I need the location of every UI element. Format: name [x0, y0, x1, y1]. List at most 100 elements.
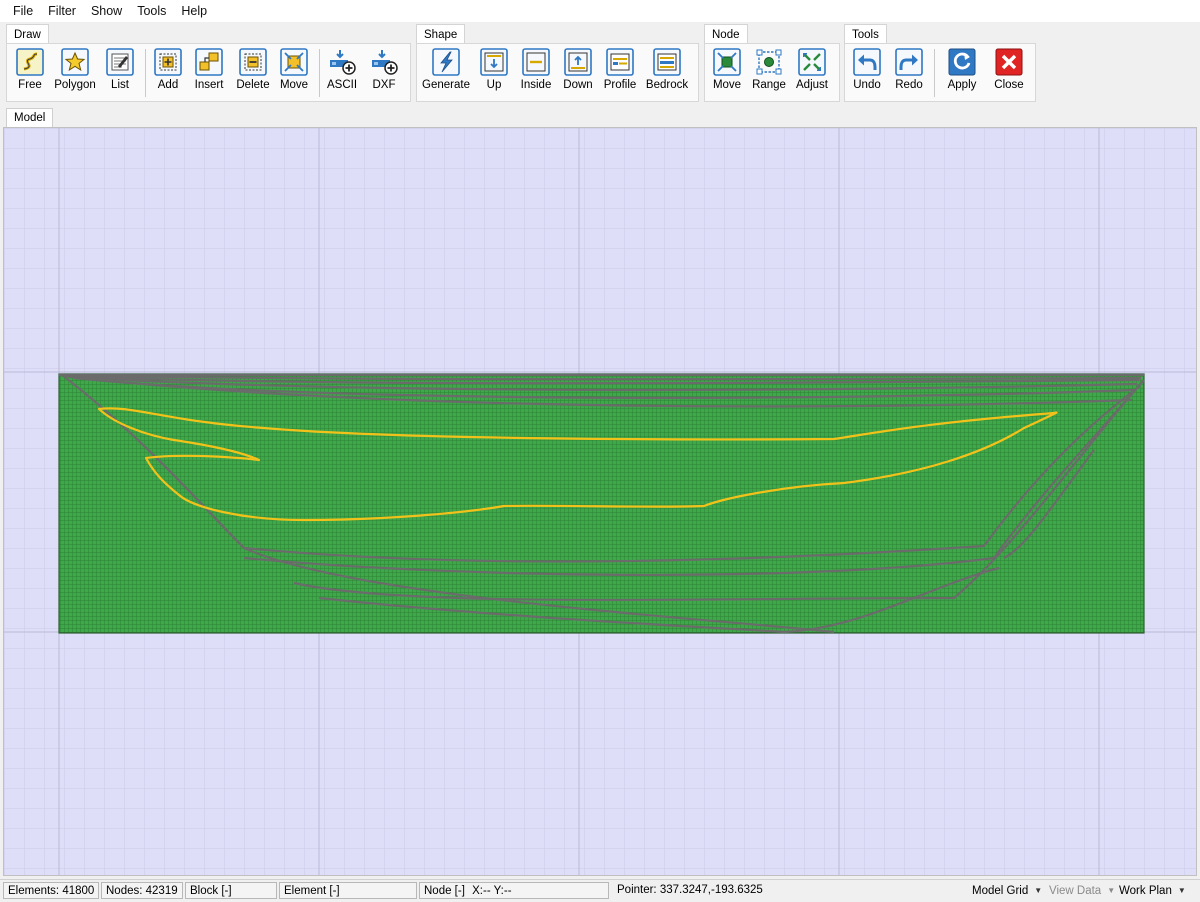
insert-button[interactable]: Insert — [195, 48, 223, 98]
redo-label: Redo — [895, 79, 923, 91]
up-label: Up — [486, 79, 502, 91]
ascii-button[interactable]: ASCII — [326, 48, 358, 98]
ribbon-toolbar: Draw Free Polygon List Add Insert Delete… — [0, 22, 1200, 106]
node-move-icon — [713, 48, 741, 76]
status-element: Element [-] — [279, 882, 417, 899]
profile-icon — [606, 48, 634, 76]
free-button[interactable]: Free — [16, 48, 44, 98]
menu-filter[interactable]: Filter — [41, 0, 83, 22]
up-button[interactable]: Up — [480, 48, 508, 98]
node-range-button[interactable]: Range — [752, 48, 786, 98]
mesh-block[interactable] — [58, 373, 1145, 634]
status-pointer: Pointer: 337.3247,-193.6325 — [617, 884, 763, 896]
model-view-svg[interactable] — [4, 128, 1197, 876]
chevron-down-icon: ▼ — [1107, 886, 1116, 895]
work-plan-dropdown[interactable]: Work Plan ▼ — [1119, 882, 1186, 899]
apply-button[interactable]: Apply — [948, 48, 976, 98]
down-button[interactable]: Down — [563, 48, 593, 98]
node-adjust-icon — [798, 48, 826, 76]
redo-button[interactable]: Redo — [895, 48, 923, 98]
profile-label: Profile — [603, 79, 637, 91]
group-shape-label: Shape — [416, 24, 466, 44]
generate-icon — [432, 48, 460, 76]
apply-refresh-icon — [948, 48, 976, 76]
status-node-cell: Node [-] X:-- Y:-- — [419, 882, 609, 899]
inside-button[interactable]: Inside — [520, 48, 552, 98]
list-button[interactable]: List — [106, 48, 134, 98]
apply-label: Apply — [947, 79, 977, 91]
move-button[interactable]: Move — [280, 48, 308, 98]
status-elements: Elements: 41800 — [3, 882, 99, 899]
menu-file[interactable]: File — [6, 0, 40, 22]
delete-button[interactable]: Delete — [236, 48, 270, 98]
node-move-button[interactable]: Move — [713, 48, 741, 98]
down-label: Down — [563, 79, 593, 91]
node-adjust-label: Adjust — [796, 79, 828, 91]
chevron-down-icon: ▼ — [1034, 886, 1043, 895]
tab-model[interactable]: Model — [6, 108, 54, 128]
view-data-dropdown[interactable]: View Data ▼ — [1049, 882, 1115, 899]
node-adjust-button[interactable]: Adjust — [796, 48, 828, 98]
add-button[interactable]: Add — [154, 48, 182, 98]
undo-icon — [853, 48, 881, 76]
model-grid-label: Model Grid — [972, 885, 1029, 897]
group-node-label: Node — [704, 24, 748, 44]
node-range-label: Range — [752, 79, 786, 91]
group-tools-label: Tools — [844, 24, 887, 44]
list-edit-icon — [106, 48, 134, 76]
tools-separator — [934, 49, 935, 97]
generate-button[interactable]: Generate — [422, 48, 470, 98]
add-node-icon — [154, 48, 182, 76]
status-bar: Elements: 41800 Nodes: 42319 Block [-] E… — [0, 879, 1200, 902]
status-nodes: Nodes: 42319 — [101, 882, 183, 899]
menu-tools[interactable]: Tools — [130, 0, 173, 22]
chevron-down-icon: ▼ — [1177, 886, 1186, 895]
draw-separator-2 — [319, 49, 320, 97]
insert-label: Insert — [194, 79, 224, 91]
star-polygon-icon — [61, 48, 89, 76]
redo-icon — [895, 48, 923, 76]
polygon-label: Polygon — [54, 79, 96, 91]
dxf-label: DXF — [372, 79, 396, 91]
model-grid-dropdown[interactable]: Model Grid ▼ — [972, 882, 1042, 899]
delete-node-icon — [239, 48, 267, 76]
work-plan-label: Work Plan — [1119, 885, 1172, 897]
node-move-label: Move — [712, 79, 742, 91]
add-label: Add — [157, 79, 179, 91]
node-range-icon — [756, 49, 782, 75]
shape-up-icon — [480, 48, 508, 76]
profile-button[interactable]: Profile — [603, 48, 637, 98]
insert-node-icon — [195, 48, 223, 76]
close-red-icon — [995, 48, 1023, 76]
ascii-import-icon — [330, 50, 356, 75]
close-button[interactable]: Close — [994, 48, 1024, 98]
draw-separator-1 — [145, 49, 146, 97]
view-data-label: View Data — [1049, 885, 1102, 897]
status-node: Node [-] — [424, 885, 465, 897]
polygon-button[interactable]: Polygon — [54, 48, 96, 98]
menu-show[interactable]: Show — [84, 0, 129, 22]
free-label: Free — [18, 79, 42, 91]
bedrock-label: Bedrock — [645, 79, 689, 91]
bedrock-button[interactable]: Bedrock — [646, 48, 688, 98]
shape-inside-icon — [522, 48, 550, 76]
generate-label: Generate — [422, 79, 470, 91]
move-label: Move — [279, 79, 309, 91]
menu-bar: File Filter Show Tools Help — [0, 0, 1200, 22]
dxf-import-icon — [372, 50, 398, 75]
model-canvas[interactable] — [3, 127, 1197, 876]
free-draw-icon — [16, 48, 44, 76]
undo-label: Undo — [853, 79, 881, 91]
list-label: List — [111, 79, 129, 91]
menu-help[interactable]: Help — [174, 0, 214, 22]
group-draw-label: Draw — [6, 24, 49, 44]
dxf-button[interactable]: DXF — [370, 48, 398, 98]
status-xy: X:-- Y:-- — [472, 885, 512, 897]
undo-button[interactable]: Undo — [853, 48, 881, 98]
close-label: Close — [994, 79, 1024, 91]
move-node-icon — [280, 48, 308, 76]
ascii-label: ASCII — [326, 79, 358, 91]
inside-label: Inside — [520, 79, 552, 91]
status-block: Block [-] — [185, 882, 277, 899]
shape-down-icon — [564, 48, 592, 76]
